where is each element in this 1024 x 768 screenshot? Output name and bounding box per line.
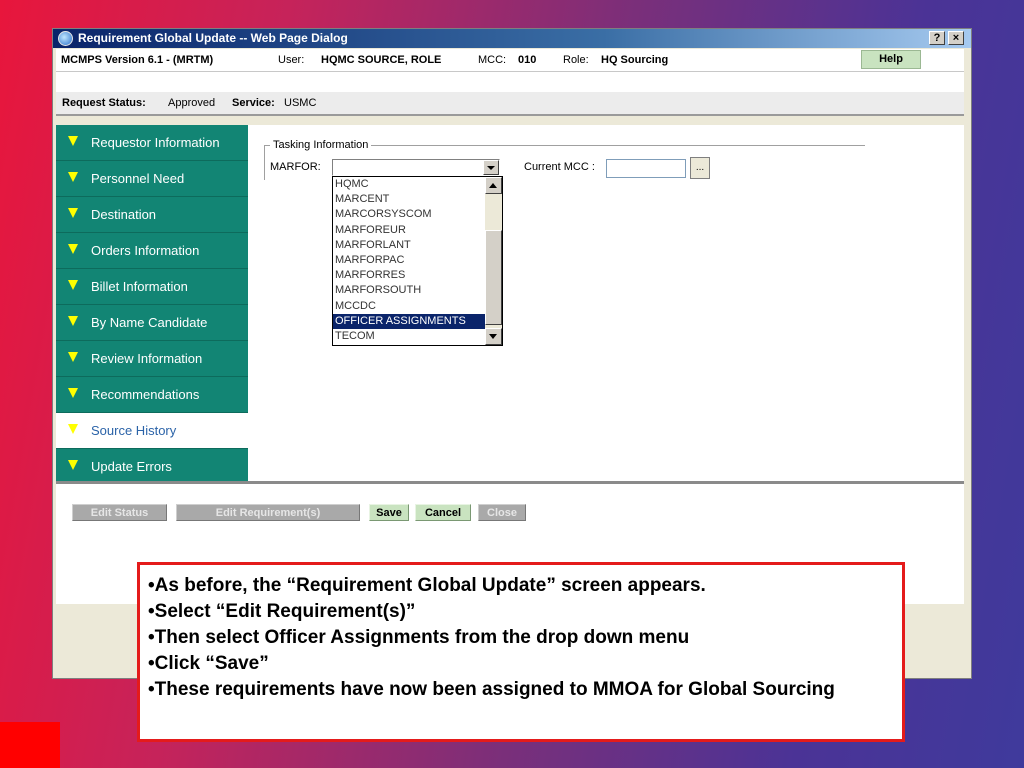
marfor-select[interactable] <box>332 159 500 176</box>
triangle-down-icon <box>68 244 78 254</box>
dropdown-option[interactable]: MARCENT <box>333 192 485 207</box>
request-status-bar: Request Status: Approved Service: USMC <box>56 92 964 116</box>
sidebar-item-label: Personnel Need <box>91 171 185 186</box>
triangle-down-icon <box>68 424 78 434</box>
marfor-label: MARFOR: <box>270 161 321 173</box>
edit-status-button[interactable]: Edit Status <box>72 504 167 521</box>
dropdown-scrollbar[interactable] <box>485 177 502 345</box>
main-content: Tasking Information MARFOR: Current MCC … <box>248 125 964 481</box>
sidebar-item-label: Recommendations <box>91 387 200 402</box>
triangle-down-icon <box>68 316 78 326</box>
scroll-down-icon[interactable] <box>485 328 502 345</box>
service-label: Service: <box>232 97 275 109</box>
dropdown-option-selected[interactable]: OFFICER ASSIGNMENTS <box>333 313 485 329</box>
scroll-thumb[interactable] <box>485 230 502 325</box>
help-button[interactable]: Help <box>861 50 921 69</box>
app-info-bar: MCMPS Version 6.1 - (MRTM) User: HQMC SO… <box>56 49 964 72</box>
dropdown-option[interactable]: HQMC <box>333 177 485 192</box>
mcc-lookup-button[interactable]: ... <box>690 157 710 179</box>
sidebar-item-label: Requestor Information <box>91 135 220 150</box>
note-line: •As before, the “Requirement Global Upda… <box>148 575 706 596</box>
marfor-dropdown-list: HQMC MARCENT MARCORSYSCOM MARFOREUR MARF… <box>332 176 503 346</box>
sidebar-item-review-information[interactable]: Review Information <box>56 341 248 377</box>
sidebar-item-label: Source History <box>91 423 177 438</box>
note-line: •Click “Save” <box>148 653 269 674</box>
dropdown-option[interactable]: MARFORSOUTH <box>333 283 485 298</box>
dropdown-option[interactable]: MCCDC <box>333 299 485 314</box>
help-question-button[interactable]: ? <box>929 31 945 45</box>
sidebar-item-destination[interactable]: Destination <box>56 197 248 233</box>
sidebar-item-orders-information[interactable]: Orders Information <box>56 233 248 269</box>
sidebar-item-source-history[interactable]: Source History <box>56 413 248 449</box>
slide-corner-block <box>0 722 60 768</box>
note-line: •These requirements have now been assign… <box>148 679 835 700</box>
note-line: •Select “Edit Requirement(s)” <box>148 601 416 622</box>
current-mcc-label: Current MCC : <box>524 161 595 173</box>
dropdown-option[interactable]: MARFORPAC <box>333 253 485 268</box>
sidebar-item-label: Billet Information <box>91 279 188 294</box>
request-status-value: Approved <box>168 97 216 109</box>
sidebar-item-label: By Name Candidate <box>91 315 208 330</box>
role-value: HQ Sourcing <box>601 54 669 66</box>
cancel-button[interactable]: Cancel <box>415 504 471 521</box>
dropdown-option[interactable]: MARFORLANT <box>333 238 485 253</box>
triangle-down-icon <box>68 460 78 470</box>
note-line: •Then select Officer Assignments from th… <box>148 627 690 648</box>
mcc-label: MCC: <box>478 54 507 66</box>
scroll-up-icon[interactable] <box>485 177 502 194</box>
instruction-note-box: •As before, the “Requirement Global Upda… <box>137 562 905 742</box>
sidebar-item-label: Review Information <box>91 351 203 366</box>
mcc-value: 010 <box>518 54 537 66</box>
triangle-down-icon <box>68 208 78 218</box>
title-bar: Requirement Global Update -- Web Page Di… <box>53 29 971 48</box>
triangle-down-icon <box>68 172 78 182</box>
dropdown-option[interactable]: MARFORRES <box>333 268 485 283</box>
close-button[interactable]: Close <box>478 504 526 521</box>
request-status-label: Request Status: <box>62 97 146 109</box>
close-window-button[interactable]: × <box>948 31 964 45</box>
user-label: User: <box>278 54 305 66</box>
user-value: HQMC SOURCE, ROLE <box>321 54 442 66</box>
sidebar-item-by-name-candidate[interactable]: By Name Candidate <box>56 305 248 341</box>
edit-requirements-button[interactable]: Edit Requirement(s) <box>176 504 360 521</box>
dropdown-option[interactable]: MARFOREUR <box>333 223 485 238</box>
sidebar-item-label: Destination <box>91 207 157 222</box>
dropdown-option[interactable]: MARCORSYSCOM <box>333 207 485 222</box>
triangle-down-icon <box>68 280 78 290</box>
window-title: Requirement Global Update -- Web Page Di… <box>78 31 348 45</box>
save-button[interactable]: Save <box>369 504 409 521</box>
sidebar-item-billet-information[interactable]: Billet Information <box>56 269 248 305</box>
chevron-down-icon[interactable] <box>483 160 499 175</box>
tasking-legend: Tasking Information <box>270 139 372 151</box>
sidebar-item-label: Orders Information <box>91 243 200 258</box>
triangle-down-icon <box>68 136 78 146</box>
role-label: Role: <box>563 54 589 66</box>
triangle-down-icon <box>68 388 78 398</box>
app-version: MCMPS Version 6.1 - (MRTM) <box>61 54 214 66</box>
sidebar-item-recommendations[interactable]: Recommendations <box>56 377 248 413</box>
sidebar-nav: Requestor Information Personnel Need Des… <box>56 125 248 485</box>
sidebar-item-personnel-need[interactable]: Personnel Need <box>56 161 248 197</box>
dropdown-options: HQMC MARCENT MARCORSYSCOM MARFOREUR MARF… <box>333 177 485 344</box>
sidebar-item-label: Update Errors <box>91 459 172 474</box>
dropdown-option[interactable]: TECOM <box>333 329 485 344</box>
ie-window-icon <box>58 31 73 46</box>
sidebar-item-requestor-information[interactable]: Requestor Information <box>56 125 248 161</box>
sidebar-item-update-errors[interactable]: Update Errors <box>56 449 248 485</box>
current-mcc-input[interactable] <box>606 159 686 178</box>
triangle-down-icon <box>68 352 78 362</box>
service-value: USMC <box>284 97 317 109</box>
